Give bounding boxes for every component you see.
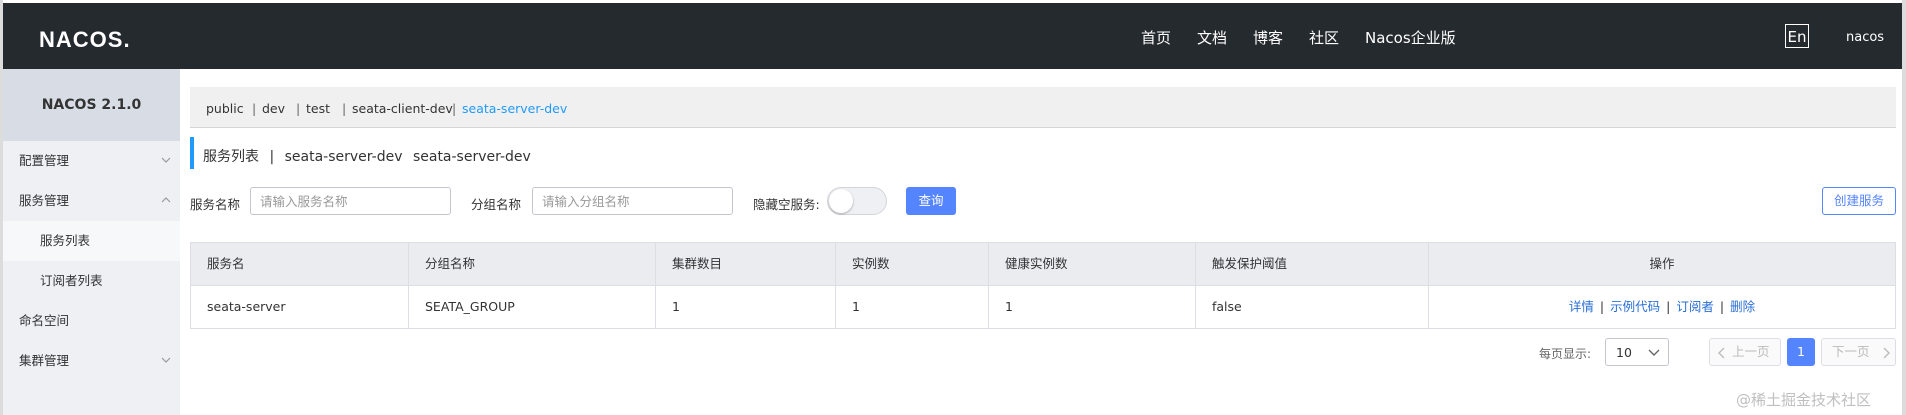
page-title-text: 服务列表	[203, 149, 259, 165]
prev-page-label: 上一页	[1732, 344, 1770, 359]
namespace-seata-server-dev[interactable]: seata-server-dev	[462, 101, 567, 116]
nav-enterprise[interactable]: Nacos企业版	[1365, 27, 1456, 48]
user-name[interactable]: nacos	[1846, 30, 1884, 45]
table-row: seata-server SEATA_GROUP 1 1 1 false 详情 |…	[191, 286, 1895, 328]
page-title-namespace-id: seata-server-dev	[412, 149, 531, 165]
chevron-up-icon	[161, 197, 171, 203]
hide-empty-services-toggle[interactable]	[827, 187, 887, 215]
page-title: 服务列表 | seata-server-dev seata-server-dev	[203, 146, 537, 166]
chevron-right-icon	[1883, 347, 1890, 359]
service-name-label: 服务名称	[190, 197, 241, 212]
sidebar-item-label: 配置管理	[19, 153, 70, 168]
subscribers-link[interactable]: 订阅者	[1676, 299, 1714, 314]
nacos-logo[interactable]: NACOS.	[39, 27, 131, 53]
page-size-value: 10	[1616, 345, 1632, 360]
prev-page-button[interactable]: 上一页	[1709, 338, 1781, 366]
operation-separator: |	[1599, 299, 1605, 314]
sidebar-item-service-list[interactable]: 服务列表	[3, 221, 180, 261]
sidebar-item-config-management[interactable]: 配置管理	[3, 141, 180, 181]
sidebar-item-namespace[interactable]: 命名空间	[3, 301, 180, 341]
nav-home[interactable]: 首页	[1141, 27, 1171, 48]
sidebar-item-label: 服务列表	[40, 233, 91, 248]
sidebar-item-label: 集群管理	[19, 353, 70, 368]
title-accent-bar	[190, 137, 194, 169]
chevron-down-icon	[161, 157, 171, 163]
cell-group-name: SEATA_GROUP	[409, 286, 656, 328]
column-header-instance-count: 实例数	[836, 243, 989, 285]
namespace-separator: |	[252, 101, 257, 116]
create-service-button[interactable]: 创建服务	[1822, 187, 1896, 215]
namespace-dev[interactable]: dev	[262, 101, 285, 116]
cell-healthy-instance-count: 1	[989, 286, 1196, 328]
next-page-label: 下一页	[1832, 344, 1870, 359]
operation-separator: |	[1666, 299, 1671, 314]
page-size-label: 每页显示:	[1539, 347, 1592, 361]
nav-community[interactable]: 社区	[1309, 27, 1339, 48]
cell-protect-threshold: false	[1196, 286, 1429, 328]
chevron-down-icon	[161, 357, 171, 363]
sidebar-item-cluster-management[interactable]: 集群管理	[3, 341, 180, 381]
column-header-cluster-count: 集群数目	[656, 243, 836, 285]
group-name-input[interactable]	[532, 187, 733, 215]
operation-separator: |	[1719, 299, 1725, 314]
window-edge-right	[1902, 0, 1906, 415]
sidebar: NACOS 2.1.0 配置管理 服务管理 服务列表 订阅者列表 命名空间 集群…	[3, 69, 180, 415]
column-header-group-name: 分组名称	[409, 243, 656, 285]
column-header-operations: 操作	[1649, 256, 1675, 271]
top-navigation: NACOS. 首页 文档 博客 社区 Nacos企业版 En nacos	[3, 3, 1902, 69]
namespace-seata-client-dev[interactable]: seata-client-dev	[352, 101, 453, 116]
cell-service-name: seata-server	[191, 286, 409, 328]
namespace-public[interactable]: public	[206, 101, 244, 116]
sidebar-item-label: 命名空间	[19, 313, 70, 328]
chevron-left-icon	[1718, 347, 1725, 359]
cell-operations: 详情 | 示例代码 | 订阅者 | 删除	[1429, 286, 1895, 328]
next-page-button[interactable]: 下一页	[1821, 338, 1896, 366]
sidebar-item-service-management[interactable]: 服务管理	[3, 181, 180, 221]
column-header-service-name: 服务名	[191, 243, 409, 285]
namespace-separator: |	[342, 101, 347, 116]
cell-cluster-count: 1	[656, 286, 836, 328]
group-name-label: 分组名称	[471, 197, 522, 212]
namespace-test[interactable]: test	[306, 101, 330, 116]
nav-blog[interactable]: 博客	[1253, 27, 1283, 48]
cell-instance-count: 1	[836, 286, 989, 328]
watermark: @稀土掘金技术社区	[1736, 391, 1872, 409]
service-table: 服务名 分组名称 集群数目 实例数 健康实例数 触发保护阈值 操作 seata-…	[190, 242, 1896, 329]
delete-link[interactable]: 删除	[1730, 299, 1755, 314]
table-header-row: 服务名 分组名称 集群数目 实例数 健康实例数 触发保护阈值 操作	[191, 243, 1895, 286]
hide-empty-services-label: 隐藏空服务:	[753, 197, 820, 212]
chevron-down-icon	[1648, 349, 1660, 356]
namespace-bar: public | dev | test | seata-client-dev |…	[190, 87, 1896, 128]
nav-docs[interactable]: 文档	[1197, 27, 1227, 48]
toggle-knob	[829, 189, 853, 213]
column-header-protect-threshold: 触发保护阈值	[1196, 243, 1429, 285]
detail-link[interactable]: 详情	[1569, 299, 1594, 314]
namespace-separator: |	[296, 101, 301, 116]
sample-code-link[interactable]: 示例代码	[1610, 299, 1660, 314]
language-switch-button[interactable]: En	[1785, 24, 1809, 48]
column-header-healthy-instance-count: 健康实例数	[989, 243, 1196, 285]
query-button[interactable]: 查询	[906, 187, 956, 215]
current-page-button[interactable]: 1	[1787, 338, 1815, 366]
service-name-input[interactable]	[250, 187, 451, 215]
page-title-separator: |	[269, 149, 275, 165]
sidebar-item-label: 服务管理	[19, 193, 70, 208]
page-title-namespace-name: seata-server-dev	[284, 149, 403, 165]
sidebar-title: NACOS 2.1.0	[3, 69, 180, 141]
page-size-select[interactable]: 10	[1605, 338, 1669, 366]
sidebar-item-label: 订阅者列表	[40, 273, 103, 288]
sidebar-item-subscriber-list[interactable]: 订阅者列表	[3, 261, 180, 301]
namespace-separator: |	[452, 101, 457, 116]
